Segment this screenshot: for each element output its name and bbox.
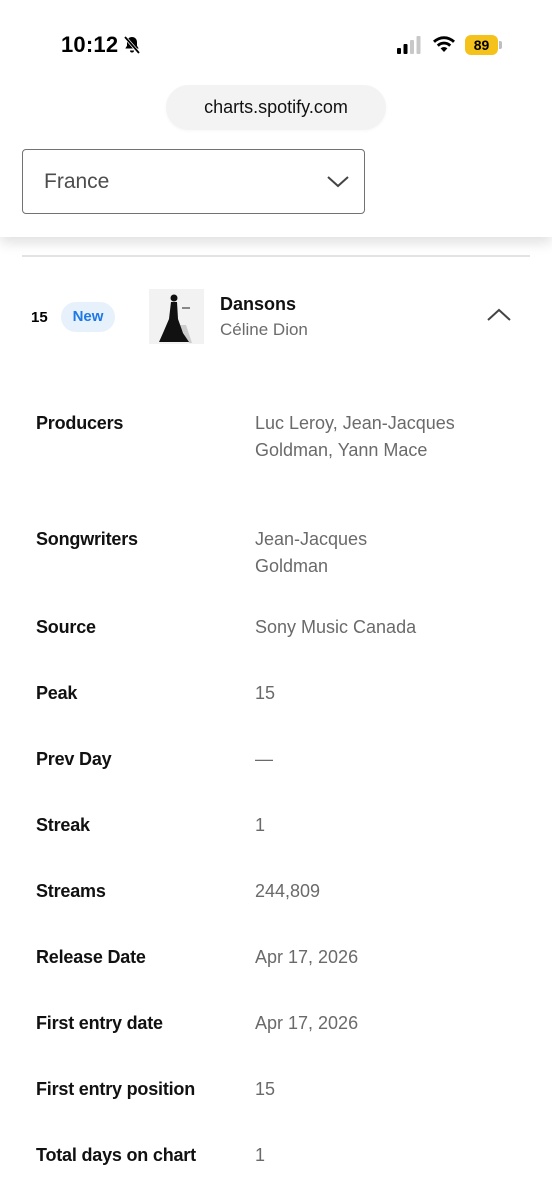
album-cover-art <box>149 289 204 344</box>
streak-label: Streak <box>36 815 90 835</box>
track-rank: 15 <box>31 309 48 326</box>
first-entry-position-value: 15 <box>255 1079 276 1099</box>
peak-value: 15 <box>255 683 276 703</box>
chevron-up-icon[interactable] <box>486 306 512 324</box>
battery-nub <box>499 41 502 49</box>
total-days-label: Total days on chart <box>36 1145 196 1165</box>
songwriters-label: Songwriters <box>36 529 138 549</box>
streak-value: 1 <box>255 815 266 835</box>
producers-value: Luc Leroy, Jean-Jacques Goldman, Yann Ma… <box>255 413 455 460</box>
battery-indicator: 89 <box>465 35 502 55</box>
release-date-value: Apr 17, 2026 <box>255 947 359 967</box>
header-panel: 10:12 89 charts.spotify.com France <box>0 0 552 237</box>
track-title: Dansons <box>220 294 297 314</box>
country-select[interactable]: France <box>22 149 365 214</box>
first-entry-date-value: Apr 17, 2026 <box>255 1013 359 1033</box>
divider <box>22 255 530 257</box>
battery-level: 89 <box>465 35 498 55</box>
album-cover <box>149 289 204 344</box>
chevron-down-icon <box>327 176 349 188</box>
songwriters-value: Jean-Jacques Goldman <box>255 529 368 576</box>
track-artist[interactable]: Céline Dion <box>220 320 308 340</box>
first-entry-date-label: First entry date <box>36 1013 163 1033</box>
bell-muted-icon <box>123 35 141 55</box>
wifi-icon <box>433 36 455 52</box>
release-date-label: Release Date <box>36 947 146 967</box>
new-badge: New <box>61 302 115 332</box>
streams-value: 244,809 <box>255 881 321 901</box>
status-time: 10:12 <box>61 32 119 57</box>
source-value: Sony Music Canada <box>255 617 417 637</box>
url-bar[interactable]: charts.spotify.com <box>166 85 386 130</box>
streams-label: Streams <box>36 881 106 901</box>
total-days-value: 1 <box>255 1145 266 1165</box>
producers-label: Producers <box>36 413 124 433</box>
first-entry-position-label: First entry position <box>36 1079 196 1099</box>
peak-label: Peak <box>36 683 78 703</box>
country-select-value: France <box>44 170 110 193</box>
cellular-signal-icon <box>397 36 421 54</box>
prev-day-label: Prev Day <box>36 749 112 769</box>
prev-day-value: — <box>255 749 273 769</box>
status-bar: 10:12 89 <box>0 0 552 80</box>
source-label: Source <box>36 617 96 637</box>
